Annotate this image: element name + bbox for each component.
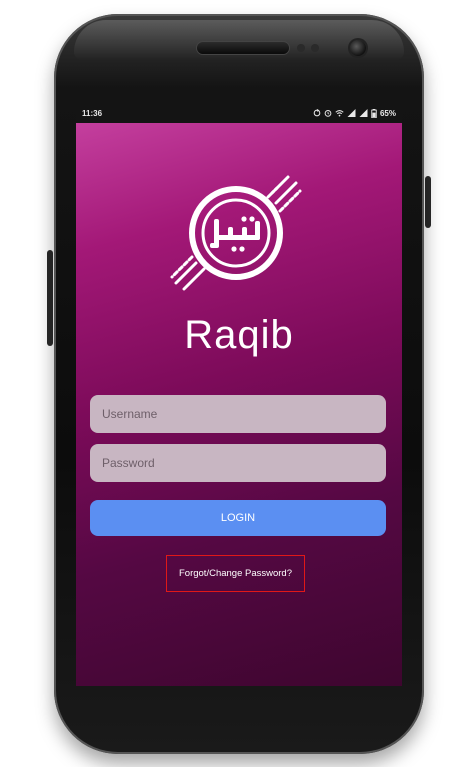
password-field[interactable]: Password [90, 444, 386, 482]
volume-button [47, 250, 53, 346]
raqib-logo-icon [170, 175, 302, 291]
status-bar: 11:36 65% [76, 103, 402, 123]
forgot-password-label: Forgot/Change Password? [178, 568, 292, 579]
login-button-label: LOGIN [220, 512, 256, 524]
app-title: Raqib [184, 313, 294, 357]
sync-icon [313, 109, 321, 117]
proximity-sensor [297, 44, 305, 52]
alarm-icon [324, 110, 332, 117]
stage: 11:36 65% Raqib Username Password LOGIN … [0, 0, 459, 767]
status-icons: 65% [313, 108, 396, 118]
status-time: 11:36 [82, 108, 103, 118]
power-button [425, 176, 431, 228]
front-camera-icon [350, 40, 366, 56]
login-screen: Raqib Username Password LOGIN Forgot/Cha… [76, 123, 402, 686]
password-placeholder: Password [102, 456, 155, 470]
username-field[interactable]: Username [90, 395, 386, 433]
light-sensor [311, 44, 319, 52]
wifi-icon [335, 110, 344, 117]
username-placeholder: Username [102, 407, 158, 421]
speaker-grille [197, 42, 289, 54]
battery-icon [371, 108, 377, 118]
login-button[interactable]: LOGIN [90, 500, 386, 536]
battery-percent: 65% [379, 108, 396, 118]
signal-icon [347, 109, 356, 117]
signal-icon [359, 109, 368, 117]
forgot-password-link[interactable]: Forgot/Change Password? [166, 555, 305, 592]
phone-screen: 11:36 65% Raqib Username Password LOGIN … [76, 103, 402, 686]
